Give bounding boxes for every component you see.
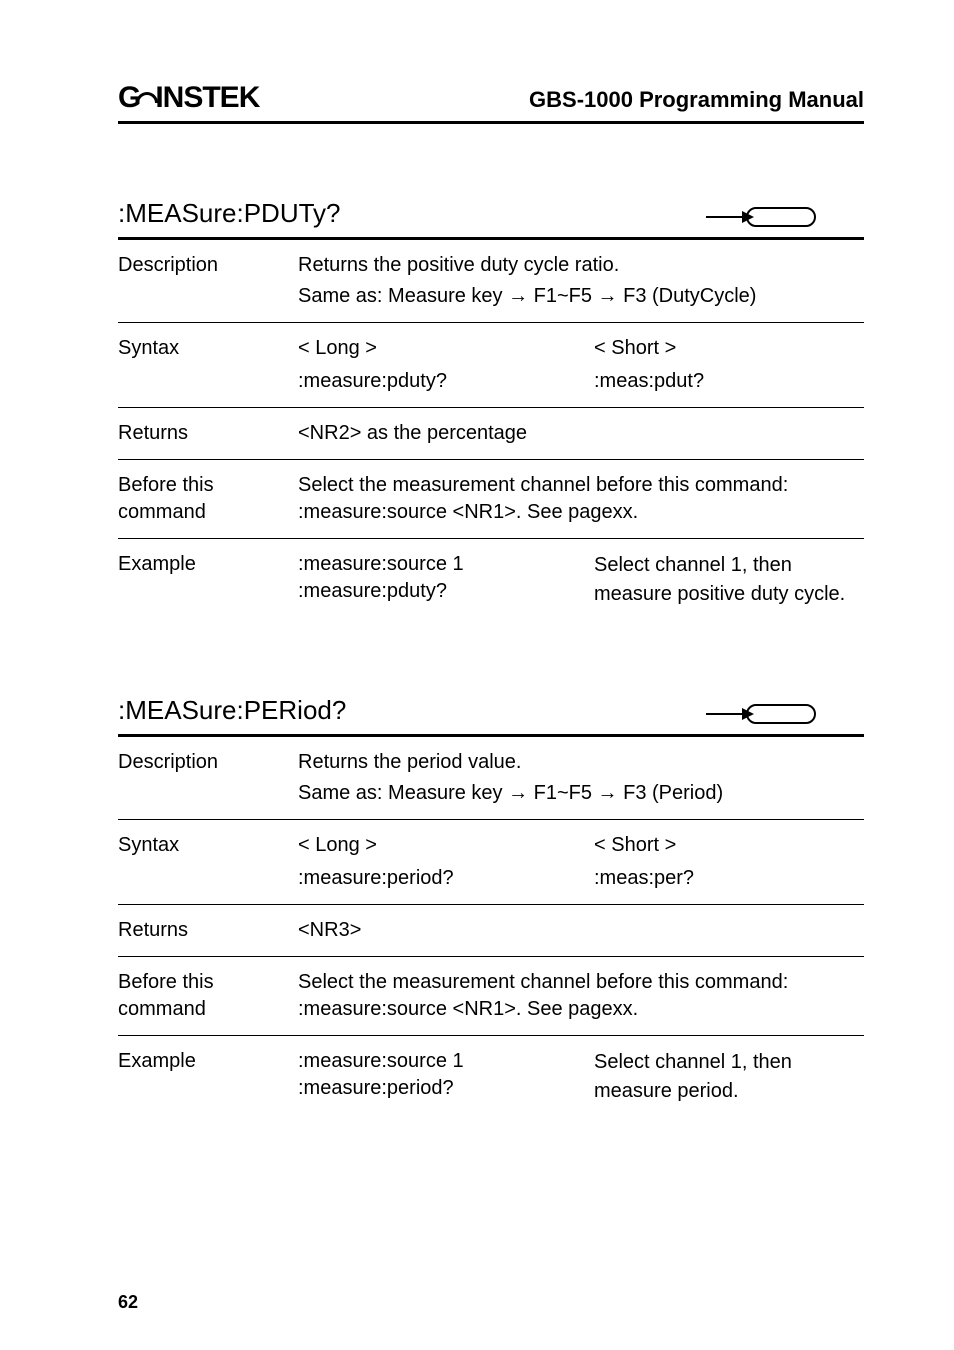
command-name: :MEASure:PDUTy? xyxy=(118,196,341,231)
label-description: Description xyxy=(118,747,298,809)
syntax-long-value: :measure:pduty? xyxy=(298,368,578,395)
before-value: Select the measurement channel before th… xyxy=(298,470,864,528)
example-desc: Select channel 1, then measure period. xyxy=(578,1048,864,1106)
label-syntax: Syntax xyxy=(118,333,298,397)
label-syntax: Syntax xyxy=(118,830,298,894)
syntax-short-value: :meas:per? xyxy=(578,865,864,892)
query-arrow-icon xyxy=(704,205,864,231)
desc-line1: Returns the positive duty cycle ratio. xyxy=(298,250,864,281)
section-heading: :MEASure:PERiod? xyxy=(118,693,864,737)
example-cmd-2: :measure:pduty? xyxy=(298,578,578,605)
label-example: Example xyxy=(118,1046,298,1108)
label-before: Before this command xyxy=(118,967,298,1025)
label-description: Description xyxy=(118,250,298,312)
desc-line2: Same as: Measure key → F1~F5 → F3 (DutyC… xyxy=(298,281,864,312)
syntax-long-value: :measure:period? xyxy=(298,865,578,892)
row-description: Description Returns the period value. Sa… xyxy=(118,737,864,820)
content-before: Select the measurement channel before th… xyxy=(298,470,864,528)
example-cmds: :measure:source 1 :measure:pduty? xyxy=(298,551,578,609)
row-description: Description Returns the positive duty cy… xyxy=(118,240,864,323)
content-example: :measure:source 1 :measure:period? Selec… xyxy=(298,1046,864,1108)
content-returns: <NR2> as the percentage xyxy=(298,418,864,449)
row-example: Example :measure:source 1 :measure:perio… xyxy=(118,1036,864,1118)
section-period: :MEASure:PERiod? Description Returns the… xyxy=(118,693,864,1118)
syntax-short-header: < Short > xyxy=(578,335,864,362)
syntax-long-header: < Long > xyxy=(298,335,578,362)
row-syntax: Syntax < Long > < Short > :measure:pduty… xyxy=(118,323,864,408)
content-description: Returns the positive duty cycle ratio. S… xyxy=(298,250,864,312)
page-number: 62 xyxy=(118,1290,138,1314)
syntax-short-value: :meas:pdut? xyxy=(578,368,864,395)
label-example: Example xyxy=(118,549,298,611)
brand-logo: G INSTEK xyxy=(118,78,259,119)
returns-value: <NR2> as the percentage xyxy=(298,418,864,449)
content-example: :measure:source 1 :measure:pduty? Select… xyxy=(298,549,864,611)
label-returns: Returns xyxy=(118,418,298,449)
example-desc: Select channel 1, then measure positive … xyxy=(578,551,864,609)
command-name: :MEASure:PERiod? xyxy=(118,693,346,728)
content-before: Select the measurement channel before th… xyxy=(298,967,864,1025)
section-heading: :MEASure:PDUTy? xyxy=(118,196,864,240)
row-returns: Returns <NR2> as the percentage xyxy=(118,408,864,460)
content-description: Returns the period value. Same as: Measu… xyxy=(298,747,864,809)
row-before: Before this command Select the measureme… xyxy=(118,957,864,1036)
section-pduty: :MEASure:PDUTy? Description Returns the … xyxy=(118,196,864,621)
example-cmd-2: :measure:period? xyxy=(298,1075,578,1102)
desc-line1: Returns the period value. xyxy=(298,747,864,778)
example-cmd-1: :measure:source 1 xyxy=(298,551,578,578)
before-value: Select the measurement channel before th… xyxy=(298,967,864,1025)
returns-value: <NR3> xyxy=(298,915,864,946)
content-returns: <NR3> xyxy=(298,915,864,946)
page-header: G INSTEK GBS-1000 Programming Manual xyxy=(118,78,864,124)
label-returns: Returns xyxy=(118,915,298,946)
desc-line2: Same as: Measure key → F1~F5 → F3 (Perio… xyxy=(298,778,864,809)
content-syntax: < Long > < Short > :measure:period? :mea… xyxy=(298,830,864,894)
row-returns: Returns <NR3> xyxy=(118,905,864,957)
syntax-long-header: < Long > xyxy=(298,832,578,859)
content-syntax: < Long > < Short > :measure:pduty? :meas… xyxy=(298,333,864,397)
row-before: Before this command Select the measureme… xyxy=(118,460,864,539)
example-cmd-1: :measure:source 1 xyxy=(298,1048,578,1075)
row-example: Example :measure:source 1 :measure:pduty… xyxy=(118,539,864,621)
manual-title: GBS-1000 Programming Manual xyxy=(529,85,864,119)
label-before: Before this command xyxy=(118,470,298,528)
example-cmds: :measure:source 1 :measure:period? xyxy=(298,1048,578,1106)
logo-right: INSTEK xyxy=(155,78,259,119)
row-syntax: Syntax < Long > < Short > :measure:perio… xyxy=(118,820,864,905)
syntax-short-header: < Short > xyxy=(578,832,864,859)
query-arrow-icon xyxy=(704,702,864,728)
